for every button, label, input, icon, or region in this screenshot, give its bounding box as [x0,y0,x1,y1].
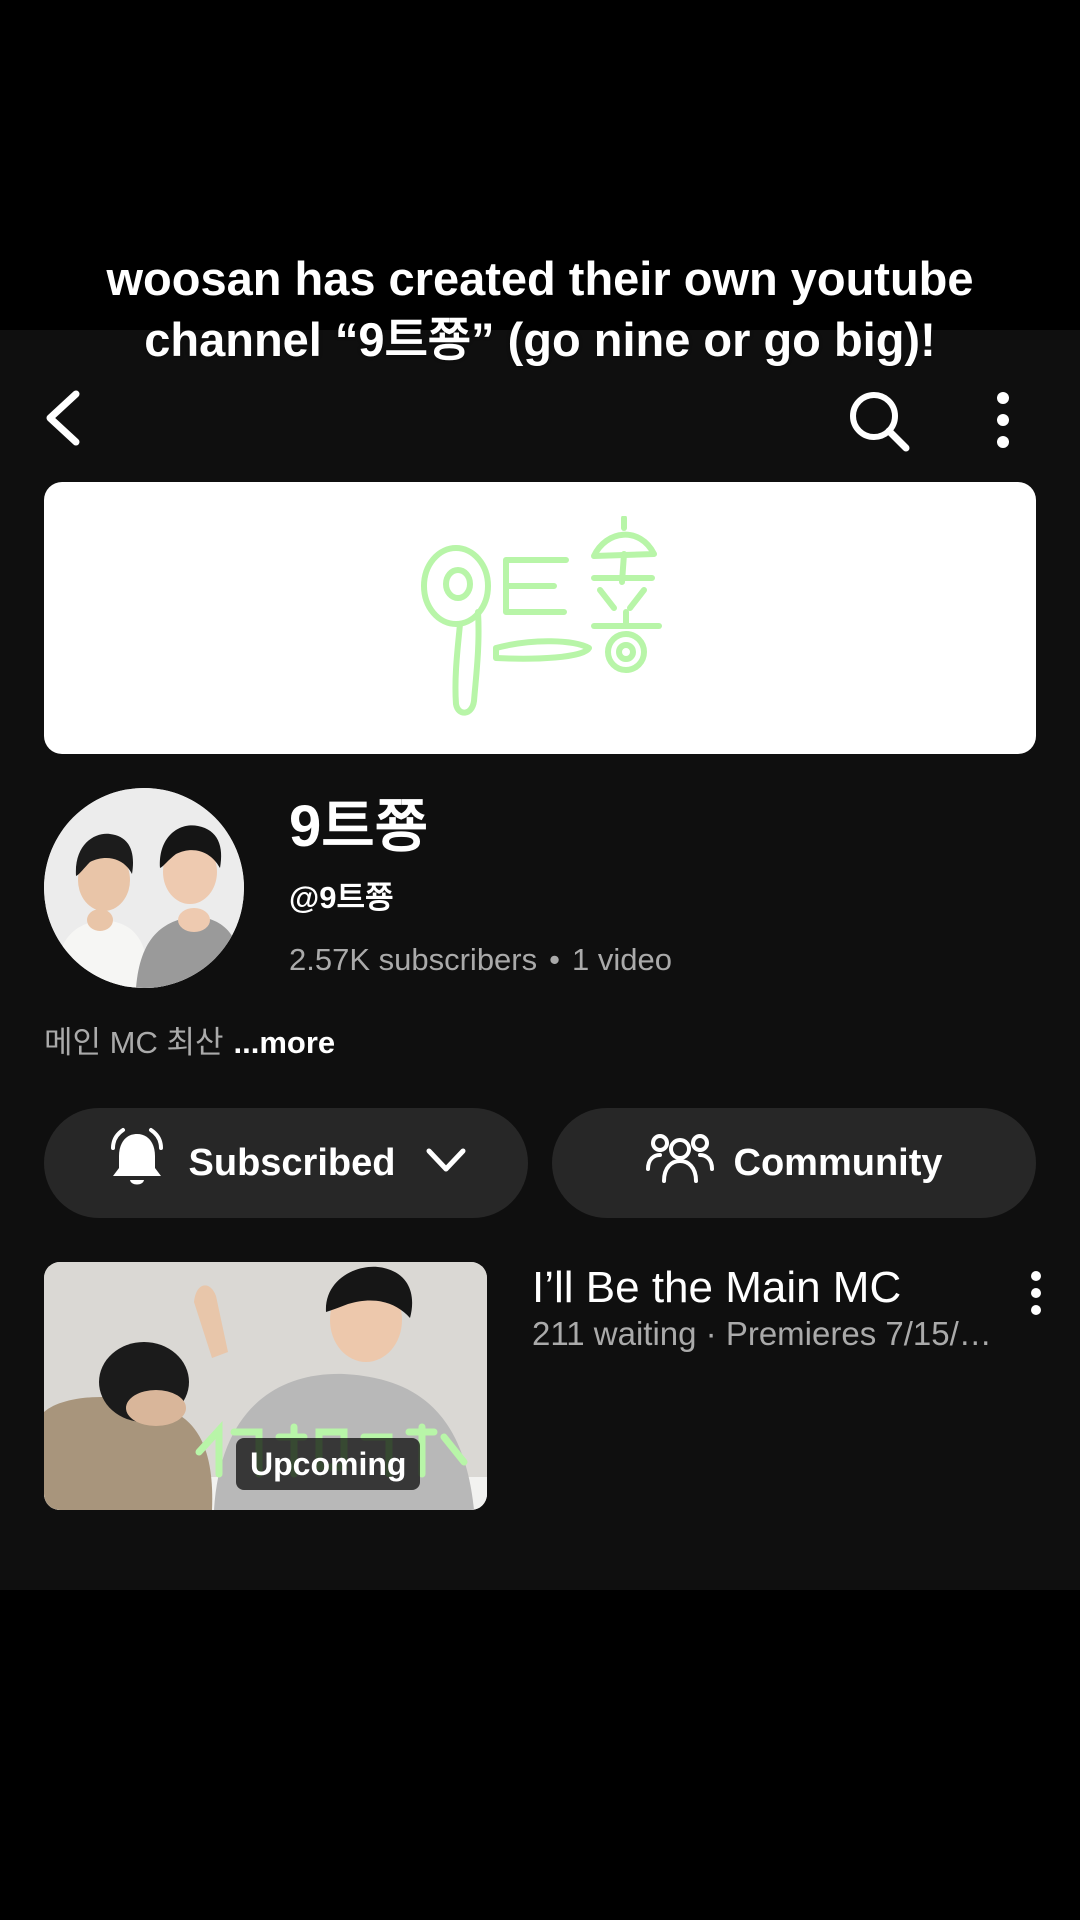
video-meta: 211 waiting · Premieres 7/15/… [532,1315,992,1352]
caption-line-2: channel “9트쭁” (go nine or go big)! [144,313,936,366]
more-link[interactable]: ...more [234,1025,336,1060]
stats-separator: • [549,942,560,977]
video-more-button[interactable] [1018,1268,1054,1318]
youtube-channel-page: 9트쭁 @9트쭁 2.57K subscribers • 1 video 메인 MC… [0,330,1080,1590]
chevron-down-icon [425,1142,467,1185]
search-button[interactable] [848,390,910,452]
more-vertical-icon [997,392,1009,448]
caption-line-1: woosan has created their own youtube [106,252,974,305]
channel-banner [44,482,1036,754]
video-count: 1 video [571,942,672,977]
tiktok-caption: woosan has created their own youtube cha… [0,248,1080,370]
chevron-left-icon [46,390,80,446]
banner-logo [421,516,662,716]
back-button[interactable] [40,388,90,448]
community-label: Community [733,1141,943,1184]
avatar-photo [44,788,244,988]
channel-handle: @9트쭁 [289,880,394,915]
description-text: 메인 MC 최산 [44,1025,224,1060]
channel-description[interactable]: 메인 MC 최산 ...more [44,1023,335,1063]
channel-name: 9트쭁 [289,794,428,859]
more-options-button[interactable] [978,390,1028,450]
search-icon [850,392,910,452]
community-button[interactable]: Community [552,1108,1036,1218]
video-title[interactable]: I’ll Be the Main MC [532,1260,901,1316]
subscriber-count: 2.57K subscribers [289,942,538,977]
more-vertical-icon [1031,1271,1041,1315]
upcoming-badge: Upcoming [236,1438,421,1490]
subscribed-label: Subscribed [188,1141,396,1184]
channel-stats: 2.57K subscribers • 1 video [289,940,672,980]
bell-ringing-icon [105,1126,169,1200]
people-icon [645,1129,714,1197]
subscribed-button[interactable]: Subscribed [44,1108,528,1218]
channel-avatar[interactable] [44,788,244,988]
